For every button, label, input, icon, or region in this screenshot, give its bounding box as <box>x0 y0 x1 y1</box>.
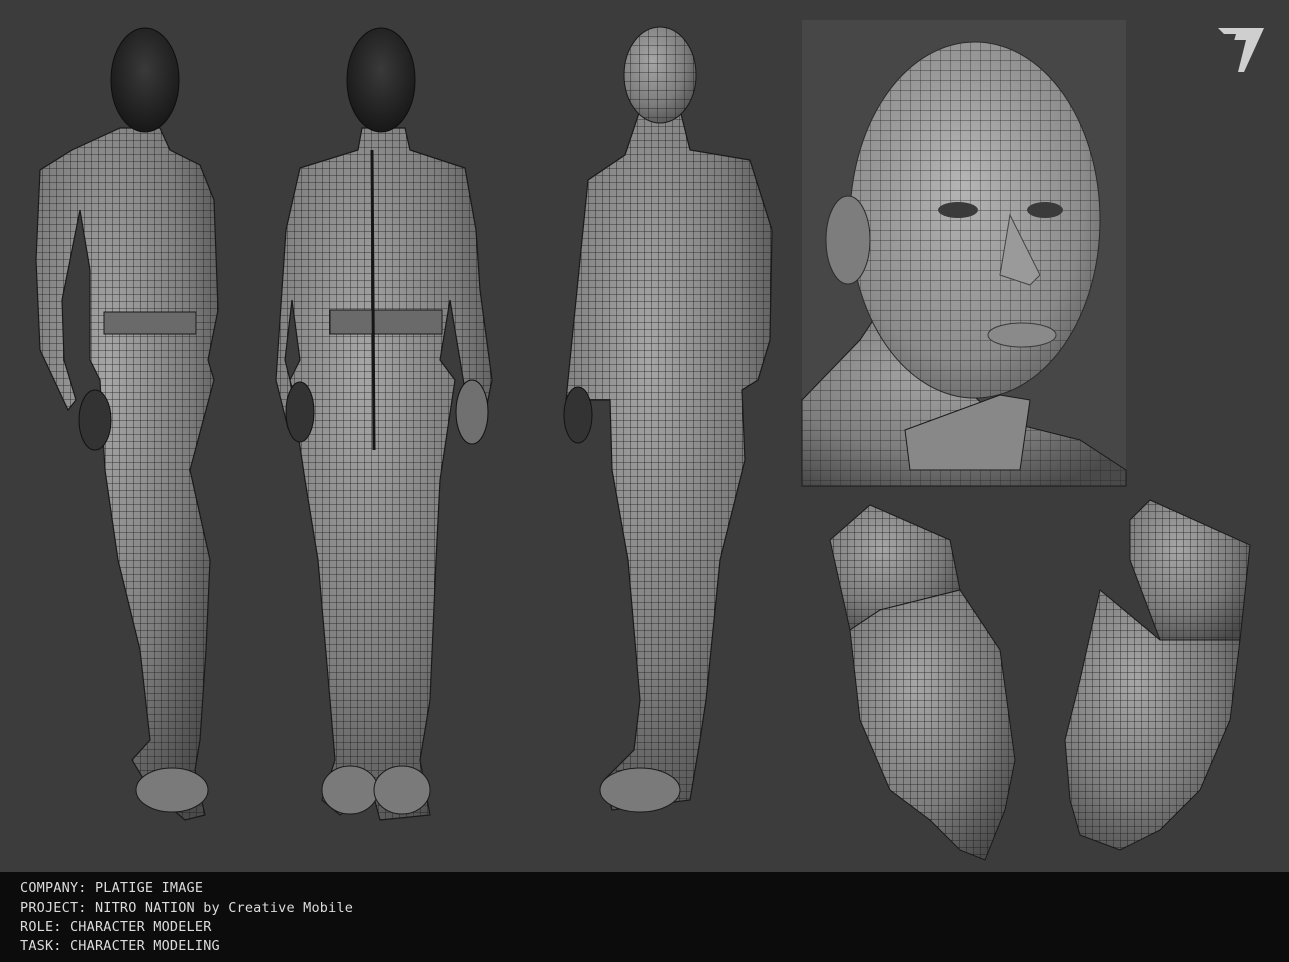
render-canvas <box>0 0 1289 872</box>
head-shape <box>110 27 180 133</box>
glove-closeup-view-left <box>829 504 1016 861</box>
body-shape <box>35 127 219 821</box>
ear-shape <box>825 195 871 285</box>
credits-footer: COMPANY: PLATIGE IMAGE PROJECT: NITRO NA… <box>0 872 1289 962</box>
belt-shape <box>103 311 197 335</box>
triangle-logo-icon <box>1218 28 1264 72</box>
wireframe-renders <box>35 20 1251 861</box>
glove-closeup-view-right <box>1064 499 1251 851</box>
shoe-shape <box>321 765 379 815</box>
figure-three-quarter-view <box>35 27 219 821</box>
glove-shape <box>285 381 315 443</box>
body-shape <box>275 127 493 821</box>
credit-role: ROLE: CHARACTER MODELER <box>20 919 212 935</box>
shoe-shape <box>599 767 681 813</box>
mouth-shape <box>987 322 1057 348</box>
glove-shape <box>455 379 489 445</box>
body-shape <box>565 109 773 811</box>
shoe-shape <box>373 765 431 815</box>
credit-project: PROJECT: NITRO NATION by Creative Mobile <box>20 900 354 916</box>
credit-task: TASK: CHARACTER MODELING <box>20 938 220 954</box>
zipper-line <box>370 149 376 451</box>
shoe-shape <box>135 767 209 813</box>
head-closeup-view <box>801 20 1127 487</box>
glove-shape <box>563 386 593 444</box>
glove-shape <box>78 389 112 451</box>
figure-back-view <box>563 26 773 813</box>
eye-left <box>938 202 978 218</box>
credit-company: COMPANY: PLATIGE IMAGE <box>20 880 204 896</box>
head-mesh <box>623 26 697 124</box>
eye-right <box>1027 202 1063 218</box>
belt-shape <box>329 309 443 335</box>
head-shape <box>346 27 416 133</box>
figure-front-view <box>275 27 493 821</box>
